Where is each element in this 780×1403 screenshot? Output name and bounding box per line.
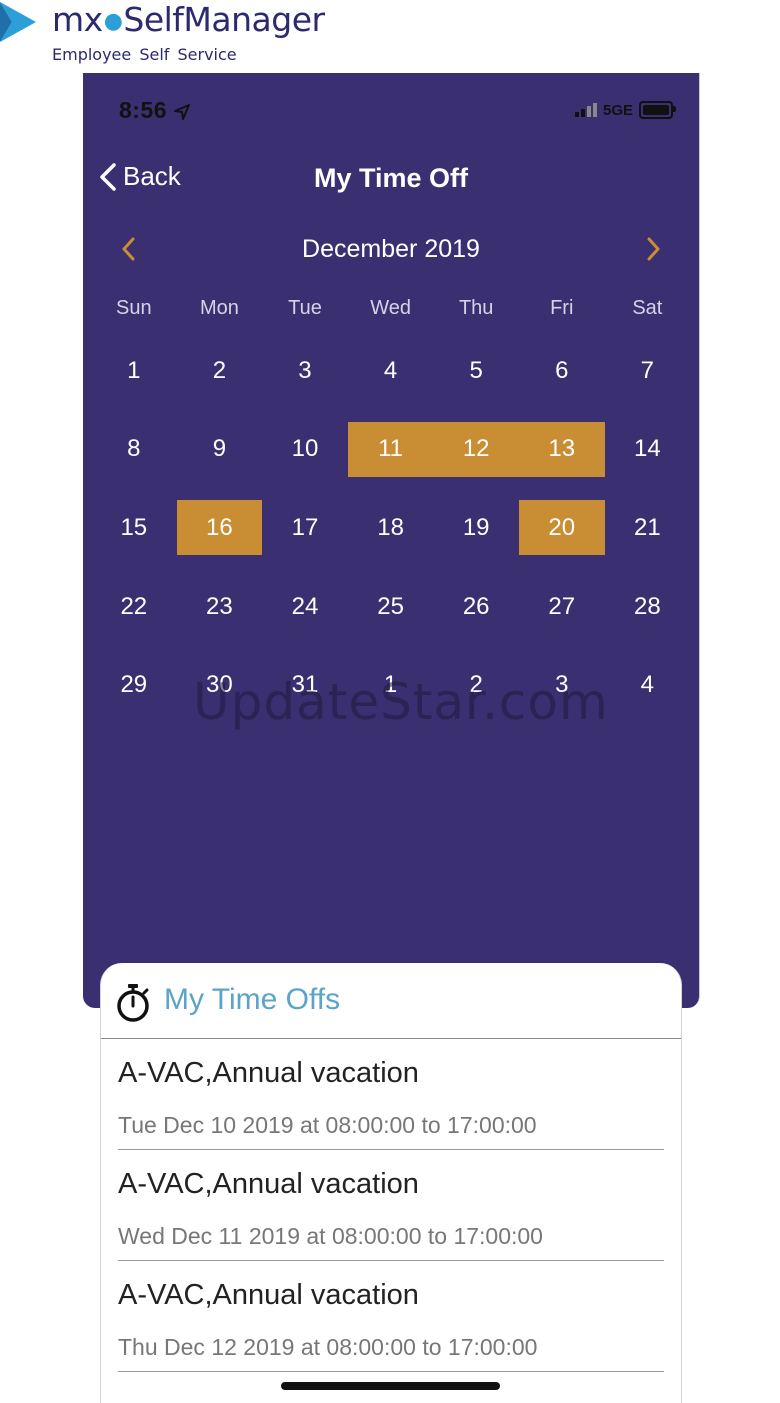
calendar-day-selected[interactable]: 12	[433, 421, 519, 477]
calendar-day[interactable]: 1	[91, 343, 177, 398]
time-offs-title: My Time Offs	[164, 983, 341, 1016]
time-off-period: Thu Dec 12 2019 at 08:00:00 to 17:00:00	[118, 1334, 538, 1360]
time-off-type: A-VAC,Annual vacation	[118, 1057, 419, 1089]
time-off-period: Tue Dec 10 2019 at 08:00:00 to 17:00:00	[118, 1112, 537, 1138]
calendar-day[interactable]: 25	[348, 579, 434, 634]
calendar-day[interactable]: 6	[519, 343, 605, 398]
calendar-day[interactable]: 5	[433, 343, 519, 398]
calendar-day[interactable]: 3	[262, 343, 348, 398]
month-label: December 2019	[302, 235, 480, 263]
calendar-day[interactable]: 14	[605, 422, 691, 477]
app-logo: mx●SelfManager Employee Self Service	[0, 0, 400, 70]
network-label: 5GE	[602, 101, 633, 119]
month-navigator: December 2019	[83, 233, 699, 267]
weekday-label: Tue	[288, 297, 322, 319]
calendar-day[interactable]: 19	[433, 500, 519, 555]
calendar-day[interactable]: 24	[262, 579, 348, 634]
time-off-type: A-VAC,Annual vacation	[118, 1279, 419, 1311]
status-indicators: 5GE	[574, 101, 676, 119]
time-offs-header: My Time Offs	[101, 963, 681, 1039]
weekday-label: Fri	[550, 297, 574, 319]
time-offs-panel: My Time Offs A-VAC,Annual vacation Tue D…	[100, 963, 682, 1403]
logo-brand-name: SelfManager	[123, 0, 325, 39]
watermark-text: UpdateStar.com	[193, 673, 609, 731]
calendar-day[interactable]: 10	[262, 422, 348, 477]
time-off-type: A-VAC,Annual vacation	[118, 1168, 419, 1200]
status-time: 8:56	[119, 97, 190, 124]
weekday-header: Sun Mon Tue Wed Thu Fri Sat	[91, 297, 691, 320]
calendar-day[interactable]: 27	[519, 579, 605, 634]
time-off-period: Wed Dec 11 2019 at 08:00:00 to 17:00:00	[118, 1223, 543, 1249]
signal-icon	[574, 103, 597, 117]
calendar-day[interactable]: 15	[91, 500, 177, 555]
calendar-day[interactable]: 8	[91, 422, 177, 477]
calendar-day[interactable]: 2	[177, 343, 263, 398]
logo-mx: mx	[52, 0, 103, 39]
calendar-day[interactable]: 4	[348, 343, 434, 398]
home-indicator	[281, 1382, 500, 1390]
weekday-label: Sat	[632, 297, 663, 319]
calendar-week: 1 2 3 4 5 6 7	[91, 343, 691, 422]
calendar-day-selected[interactable]: 13	[518, 421, 605, 477]
chevron-right-icon	[647, 237, 660, 261]
calendar-day-selected[interactable]: 20	[518, 500, 605, 556]
list-item[interactable]: A-VAC,Annual vacation Tue Dec 10 2019 at…	[118, 1039, 664, 1150]
logo-dot: ●	[103, 9, 123, 34]
calendar-day[interactable]: 28	[605, 579, 691, 634]
status-time-text: 8:56	[119, 97, 168, 123]
calendar-week: 15 16 17 18 19 20 21	[91, 500, 691, 579]
calendar-day[interactable]: 9	[177, 422, 263, 477]
weekday-label: Sun	[116, 297, 152, 319]
list-item[interactable]: A-VAC,Annual vacation Thu Dec 12 2019 at…	[118, 1261, 664, 1372]
weekday-label: Wed	[370, 297, 411, 319]
stopwatch-icon	[117, 984, 149, 1022]
logo-subtitle: Employee Self Service	[52, 45, 237, 64]
next-month-button[interactable]	[645, 235, 661, 268]
calendar-day[interactable]: 23	[177, 579, 263, 634]
calendar-day[interactable]: 26	[433, 579, 519, 634]
calendar-day-selected[interactable]: 11	[347, 421, 434, 477]
calendar-day[interactable]: 7	[605, 343, 691, 398]
calendar-day[interactable]: 29	[91, 658, 177, 713]
list-item[interactable]: A-VAC,Annual vacation Wed Dec 11 2019 at…	[118, 1150, 664, 1261]
calendar-day-next-month[interactable]: 4	[605, 658, 691, 713]
logo-mark-icon	[0, 2, 36, 42]
page-title: My Time Off	[313, 163, 469, 193]
calendar-day[interactable]: 17	[262, 500, 348, 555]
battery-icon	[639, 101, 676, 119]
weekday-label: Thu	[458, 297, 494, 319]
phone-screen: 8:56 5GE Back My Time Off December 2019	[83, 73, 700, 1008]
calendar-day[interactable]: 21	[605, 500, 691, 555]
location-arrow-icon	[173, 103, 190, 120]
calendar-day-selected[interactable]: 16	[176, 500, 263, 556]
time-offs-list: A-VAC,Annual vacation Tue Dec 10 2019 at…	[118, 1039, 664, 1372]
calendar-week: 22 23 24 25 26 27 28	[91, 579, 691, 658]
logo-wordmark: mx●SelfManager	[52, 0, 325, 39]
calendar-day[interactable]: 18	[348, 500, 434, 555]
calendar-day[interactable]: 22	[91, 579, 177, 634]
calendar-week: 8 9 10 11 12 13 14	[91, 421, 691, 501]
weekday-label: Mon	[199, 297, 239, 319]
